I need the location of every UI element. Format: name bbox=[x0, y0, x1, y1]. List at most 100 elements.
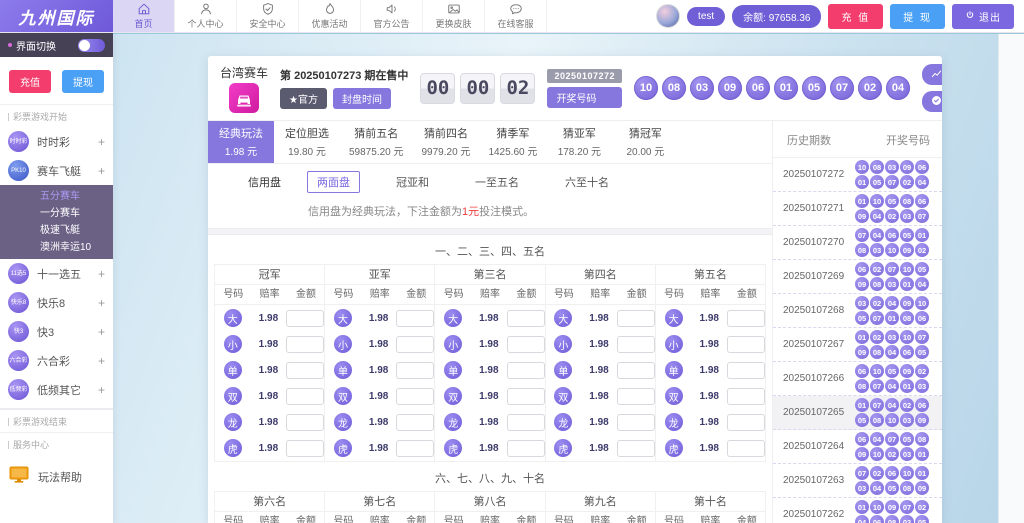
sidebar-item-help[interactable]: 玩法帮助 bbox=[0, 455, 113, 499]
bet-option-单[interactable]: 单 bbox=[334, 361, 352, 379]
history-row[interactable]: 2025010726201100907020406080305 bbox=[773, 498, 942, 523]
tab-猜前五名[interactable]: 猜前五名59875.20 元 bbox=[340, 121, 413, 163]
subtab-冠亚和[interactable]: 冠亚和 bbox=[386, 171, 439, 193]
sidebar-deposit-button[interactable]: 充值 bbox=[9, 70, 51, 93]
amount-input[interactable] bbox=[617, 362, 655, 379]
expand-icon[interactable]: + bbox=[98, 296, 105, 310]
history-row[interactable]: 2025010726501070402060508100309 bbox=[773, 396, 942, 430]
bet-option-单[interactable]: 单 bbox=[554, 361, 572, 379]
nav-item-shield[interactable]: 安全中心 bbox=[237, 0, 299, 32]
amount-input[interactable] bbox=[396, 414, 434, 431]
submenu-item-五分赛车[interactable]: 五分赛车 bbox=[0, 188, 113, 205]
sidebar-item-快乐8[interactable]: 快乐8快乐8+ bbox=[0, 288, 113, 317]
amount-input[interactable] bbox=[727, 440, 765, 457]
bet-option-单[interactable]: 单 bbox=[665, 361, 683, 379]
subtab-一至五名[interactable]: 一至五名 bbox=[465, 171, 529, 193]
bet-option-单[interactable]: 单 bbox=[224, 361, 242, 379]
submenu-item-一分赛车[interactable]: 一分赛车 bbox=[0, 205, 113, 222]
bet-option-龙[interactable]: 龙 bbox=[665, 413, 683, 431]
tab-定位胆选[interactable]: 定位胆选19.80 元 bbox=[274, 121, 340, 163]
nav-item-chat[interactable]: 在线客服 bbox=[485, 0, 547, 32]
play-help-link[interactable]: 玩法帮助 bbox=[922, 91, 942, 112]
bet-option-虎[interactable]: 虎 bbox=[444, 439, 462, 457]
sidebar-item-赛车飞艇[interactable]: PK10赛车飞艇+ bbox=[0, 156, 113, 185]
history-row[interactable]: 2025010727007040605010803100902 bbox=[773, 226, 942, 260]
bet-option-单[interactable]: 单 bbox=[444, 361, 462, 379]
bet-option-龙[interactable]: 龙 bbox=[334, 413, 352, 431]
amount-input[interactable] bbox=[286, 414, 324, 431]
brand-logo[interactable]: 九州国际 bbox=[0, 0, 113, 32]
user-avatar[interactable] bbox=[656, 4, 680, 28]
ui-switch-toggle[interactable] bbox=[78, 39, 105, 52]
sidebar-item-十一选五[interactable]: 11选5十一选五+ bbox=[0, 259, 113, 288]
subtab-六至十名[interactable]: 六至十名 bbox=[555, 171, 619, 193]
amount-input[interactable] bbox=[396, 440, 434, 457]
balance-pill[interactable]: 余额: 97658.36 bbox=[732, 5, 821, 28]
withdraw-button[interactable]: 提 现 bbox=[890, 4, 945, 29]
amount-input[interactable] bbox=[286, 440, 324, 457]
amount-input[interactable] bbox=[507, 310, 545, 327]
bet-option-龙[interactable]: 龙 bbox=[224, 413, 242, 431]
sidebar-item-六合彩[interactable]: 六合彩六合彩+ bbox=[0, 346, 113, 375]
tab-猜冠军[interactable]: 猜冠军20.00 元 bbox=[612, 121, 678, 163]
logout-button[interactable]: 退出 bbox=[952, 4, 1014, 29]
bet-option-大[interactable]: 大 bbox=[334, 309, 352, 327]
bet-option-双[interactable]: 双 bbox=[444, 387, 462, 405]
nav-item-user[interactable]: 个人中心 bbox=[175, 0, 237, 32]
history-row[interactable]: 2025010726307020610010304050809 bbox=[773, 464, 942, 498]
bet-option-小[interactable]: 小 bbox=[554, 335, 572, 353]
bet-option-大[interactable]: 大 bbox=[554, 309, 572, 327]
bet-option-双[interactable]: 双 bbox=[334, 387, 352, 405]
username-pill[interactable]: test bbox=[687, 7, 725, 26]
scrollbar-track[interactable] bbox=[998, 34, 1024, 523]
amount-input[interactable] bbox=[617, 310, 655, 327]
amount-input[interactable] bbox=[507, 414, 545, 431]
amount-input[interactable] bbox=[617, 414, 655, 431]
expand-icon[interactable]: + bbox=[98, 325, 105, 339]
amount-input[interactable] bbox=[396, 388, 434, 405]
amount-input[interactable] bbox=[727, 362, 765, 379]
expand-icon[interactable]: + bbox=[98, 135, 105, 149]
amount-input[interactable] bbox=[727, 414, 765, 431]
nav-item-flame[interactable]: 优惠活动 bbox=[299, 0, 361, 32]
amount-input[interactable] bbox=[507, 388, 545, 405]
tab-猜前四名[interactable]: 猜前四名9979.20 元 bbox=[413, 121, 480, 163]
sidebar-item-快3[interactable]: 快3快3+ bbox=[0, 317, 113, 346]
nav-item-image[interactable]: 更换皮肤 bbox=[423, 0, 485, 32]
amount-input[interactable] bbox=[396, 310, 434, 327]
amount-input[interactable] bbox=[286, 336, 324, 353]
history-row[interactable]: 2025010726406040705080910020301 bbox=[773, 430, 942, 464]
amount-input[interactable] bbox=[507, 362, 545, 379]
official-badge[interactable]: ★官方 bbox=[280, 88, 327, 109]
submenu-item-极速飞艇[interactable]: 极速飞艇 bbox=[0, 222, 113, 239]
amount-input[interactable] bbox=[727, 336, 765, 353]
history-row[interactable]: 2025010726701020310070908040605 bbox=[773, 328, 942, 362]
amount-input[interactable] bbox=[617, 388, 655, 405]
bet-option-虎[interactable]: 虎 bbox=[554, 439, 572, 457]
subtab-两面盘[interactable]: 两面盘 bbox=[307, 171, 360, 193]
expand-icon[interactable]: + bbox=[98, 267, 105, 281]
amount-input[interactable] bbox=[617, 440, 655, 457]
amount-input[interactable] bbox=[727, 388, 765, 405]
history-row[interactable]: 2025010727210080309060105070204 bbox=[773, 158, 942, 192]
tab-经典玩法[interactable]: 经典玩法1.98 元 bbox=[208, 121, 274, 163]
bet-option-小[interactable]: 小 bbox=[665, 335, 683, 353]
bet-option-龙[interactable]: 龙 bbox=[444, 413, 462, 431]
deposit-button[interactable]: 充 值 bbox=[828, 4, 883, 29]
close-time-button[interactable]: 封盘时间 bbox=[333, 88, 391, 109]
expand-icon[interactable]: + bbox=[98, 164, 105, 178]
tab-猜季军[interactable]: 猜季军1425.60 元 bbox=[479, 121, 546, 163]
amount-input[interactable] bbox=[286, 388, 324, 405]
amount-input[interactable] bbox=[727, 310, 765, 327]
sidebar-item-低频其它[interactable]: 低频彩低频其它+ bbox=[0, 375, 113, 404]
bet-option-大[interactable]: 大 bbox=[665, 309, 683, 327]
history-row[interactable]: 2025010726606100509020807040103 bbox=[773, 362, 942, 396]
expand-icon[interactable]: + bbox=[98, 383, 105, 397]
game-icon[interactable] bbox=[229, 83, 259, 113]
amount-input[interactable] bbox=[396, 336, 434, 353]
bet-option-大[interactable]: 大 bbox=[444, 309, 462, 327]
amount-input[interactable] bbox=[617, 336, 655, 353]
draw-numbers-button[interactable]: 开奖号码 bbox=[547, 87, 622, 108]
amount-input[interactable] bbox=[286, 310, 324, 327]
bet-option-小[interactable]: 小 bbox=[334, 335, 352, 353]
